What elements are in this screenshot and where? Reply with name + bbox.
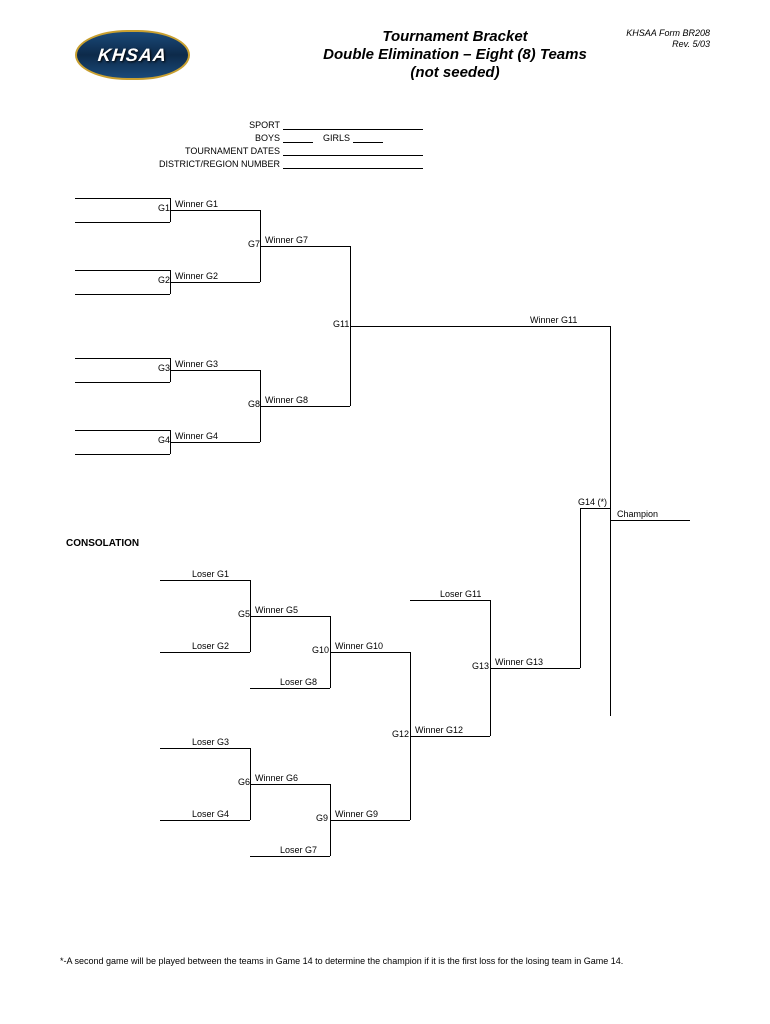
bracket-line	[490, 668, 580, 669]
bracket-line	[160, 748, 250, 749]
logo-text: KHSAA	[97, 45, 168, 66]
lg3-label: Loser G3	[192, 737, 229, 747]
bracket-line	[170, 442, 260, 443]
district-label: DISTRICT/REGION NUMBER	[100, 159, 280, 169]
wg12-label: Winner G12	[415, 725, 463, 735]
khsaa-logo: KHSAA	[75, 30, 190, 80]
sport-label: SPORT	[100, 120, 280, 130]
bracket-line	[75, 358, 170, 359]
bracket-line	[580, 508, 581, 668]
wg7-label: Winner G7	[265, 235, 308, 245]
lg2-label: Loser G2	[192, 641, 229, 651]
boys-label: BOYS	[100, 133, 280, 143]
info-block: SPORT BOYS GIRLS TOURNAMENT DATES DISTRI…	[100, 120, 423, 172]
bracket-line	[250, 616, 330, 617]
bracket-line	[75, 222, 170, 223]
bracket-line	[260, 246, 350, 247]
title-line3: (not seeded)	[200, 64, 710, 82]
lg1-label: Loser G1	[192, 569, 229, 579]
wg2-label: Winner G2	[175, 271, 218, 281]
wg8-label: Winner G8	[265, 395, 308, 405]
bracket-line	[170, 282, 260, 283]
g3-label: G3	[158, 363, 170, 373]
title-line1: Tournament Bracket	[200, 28, 710, 46]
g12-label: G12	[392, 729, 409, 739]
bracket-line	[160, 652, 250, 653]
g1-label: G1	[158, 203, 170, 213]
bracket-line	[250, 856, 330, 857]
g11-label: G11	[333, 319, 349, 329]
wg10-label: Winner G10	[335, 641, 383, 651]
wg9-label: Winner G9	[335, 809, 378, 819]
g2-label: G2	[158, 275, 170, 285]
bracket-line	[75, 430, 170, 431]
title-block: Tournament Bracket Double Elimination – …	[200, 28, 710, 82]
dates-label: TOURNAMENT DATES	[100, 146, 280, 156]
girls-field[interactable]	[353, 133, 383, 143]
g6-label: G6	[238, 777, 250, 787]
bracket-line	[330, 820, 410, 821]
lg11-label: Loser G11	[440, 589, 481, 599]
bracket-line	[170, 370, 260, 371]
lg4-label: Loser G4	[192, 809, 229, 819]
sport-field[interactable]	[283, 120, 423, 130]
wg13-label: Winner G13	[495, 657, 543, 667]
bracket-line	[75, 382, 170, 383]
g10-label: G10	[312, 645, 329, 655]
wg6-label: Winner G6	[255, 773, 298, 783]
g14-label: G14 (*)	[578, 497, 607, 507]
g7-label: G7	[248, 239, 260, 249]
bracket-line	[170, 210, 260, 211]
bracket-line	[160, 580, 250, 581]
bracket-line	[580, 508, 610, 509]
wg3-label: Winner G3	[175, 359, 218, 369]
bracket-line	[75, 294, 170, 295]
champion-label: Champion	[617, 509, 658, 519]
boys-field[interactable]	[283, 133, 313, 143]
wg1-label: Winner G1	[175, 199, 218, 209]
g4-label: G4	[158, 435, 170, 445]
lg7-label: Loser G7	[280, 845, 317, 855]
bracket-line	[330, 652, 410, 653]
bracket-line	[75, 270, 170, 271]
g8-label: G8	[248, 399, 260, 409]
title-line2: Double Elimination – Eight (8) Teams	[200, 46, 710, 64]
wg4-label: Winner G4	[175, 431, 218, 441]
wg11-label: Winner G11	[530, 315, 577, 325]
g9-label: G9	[316, 813, 328, 823]
bracket-line	[75, 454, 170, 455]
g13-label: G13	[472, 661, 489, 671]
lg8-label: Loser G8	[280, 677, 317, 687]
bracket-line	[75, 198, 170, 199]
g5-label: G5	[238, 609, 250, 619]
consolation-heading: CONSOLATION	[66, 538, 139, 549]
bracket-line	[260, 406, 350, 407]
bracket-line	[350, 326, 610, 327]
footnote-text: *-A second game will be played between t…	[60, 956, 623, 966]
wg5-label: Winner G5	[255, 605, 298, 615]
bracket-line	[410, 600, 490, 601]
bracket-line	[610, 326, 611, 716]
bracket-line	[410, 736, 490, 737]
bracket-line	[160, 820, 250, 821]
dates-field[interactable]	[283, 146, 423, 156]
district-field[interactable]	[283, 159, 423, 169]
bracket-line	[610, 520, 690, 521]
bracket-line	[250, 688, 330, 689]
bracket-line	[250, 784, 330, 785]
girls-label: GIRLS	[323, 133, 350, 143]
